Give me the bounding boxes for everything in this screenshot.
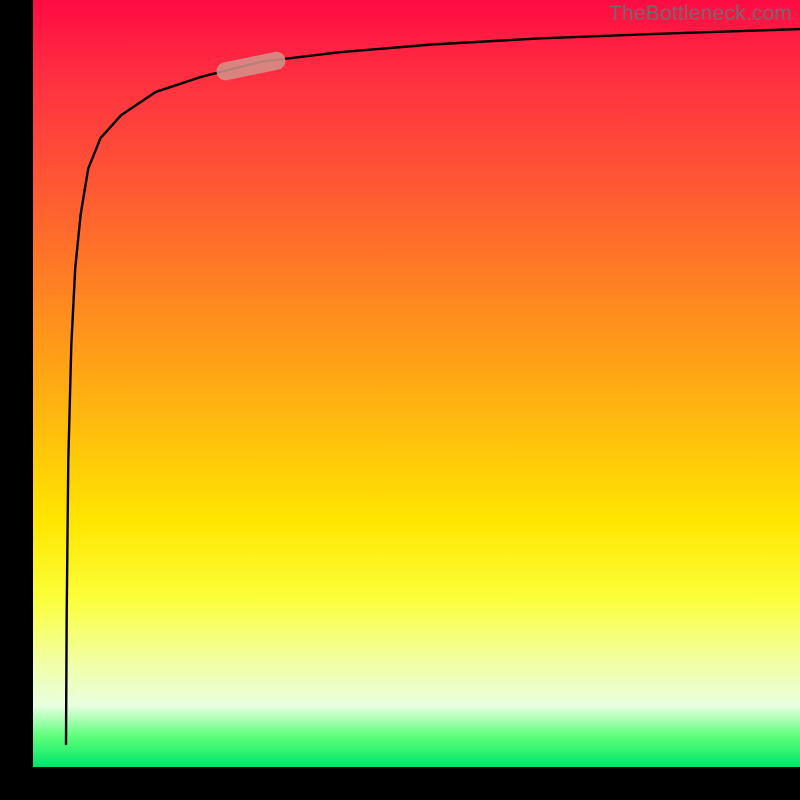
chart-stage: TheBottleneck.com bbox=[0, 0, 800, 800]
plot-area bbox=[33, 0, 800, 767]
watermark-label: TheBottleneck.com bbox=[609, 2, 792, 26]
axis-left-margin bbox=[0, 0, 33, 800]
axis-bottom-margin bbox=[0, 767, 800, 800]
